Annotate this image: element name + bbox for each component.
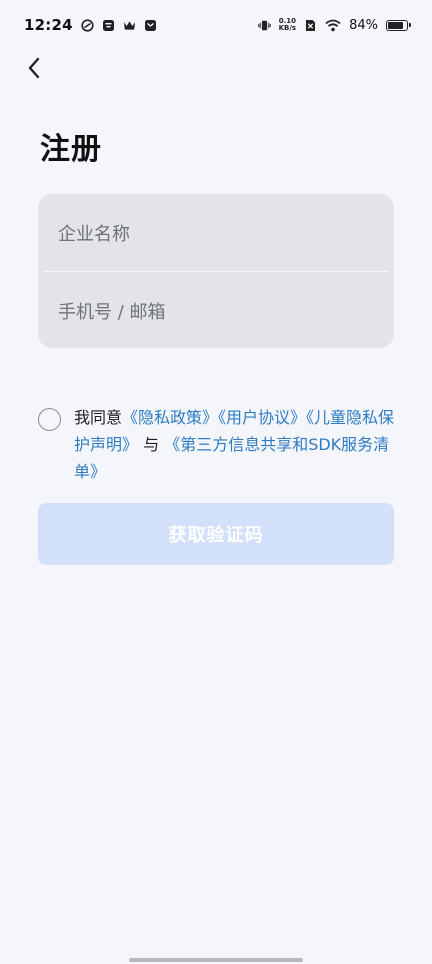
agreement-connector: 与 xyxy=(138,435,165,454)
crown-icon xyxy=(123,19,136,32)
message-icon xyxy=(144,19,157,32)
status-right: 0.10 KB/s 84% xyxy=(257,17,411,33)
user-agreement-link[interactable]: 《用户协议》 xyxy=(218,408,306,427)
page-title: 注册 xyxy=(40,132,102,167)
back-button[interactable] xyxy=(20,54,48,82)
battery-percent: 84% xyxy=(349,17,378,33)
archive-icon xyxy=(102,19,115,32)
network-speed-unit: KB/s xyxy=(278,24,297,32)
phone-email-input[interactable]: 手机号 / 邮箱 xyxy=(38,272,394,348)
agree-checkbox[interactable] xyxy=(38,408,61,431)
link-icon xyxy=(81,18,94,32)
wifi-icon xyxy=(325,19,341,32)
register-screen: 12:24 0.10 KB/s 84% 注册 企业名称 手机号 / 邮箱 我同意… xyxy=(0,0,432,964)
battery-icon xyxy=(386,19,411,31)
no-sim-icon xyxy=(304,19,317,32)
privacy-policy-link[interactable]: 《隐私政策》 xyxy=(122,408,218,427)
company-name-input[interactable]: 企业名称 xyxy=(38,194,394,271)
get-verification-code-button[interactable]: 获取验证码 xyxy=(38,503,394,565)
chevron-left-icon xyxy=(28,57,40,79)
agreement-row: 我同意《隐私政策》《用户协议》《儿童隐私保护声明》 与 《第三方信息共享和SDK… xyxy=(38,404,398,485)
agreement-prefix: 我同意 xyxy=(74,408,123,427)
network-speed: 0.10 KB/s xyxy=(279,18,296,32)
status-bar: 12:24 0.10 KB/s 84% xyxy=(0,0,432,50)
battery-fill xyxy=(388,21,404,29)
status-left: 12:24 xyxy=(24,16,157,34)
registration-form: 企业名称 手机号 / 邮箱 xyxy=(38,194,394,348)
vibrate-icon xyxy=(257,19,271,32)
status-time: 12:24 xyxy=(24,16,73,34)
agreement-text: 我同意《隐私政策》《用户协议》《儿童隐私保护声明》 与 《第三方信息共享和SDK… xyxy=(74,404,398,485)
home-indicator xyxy=(129,958,303,962)
